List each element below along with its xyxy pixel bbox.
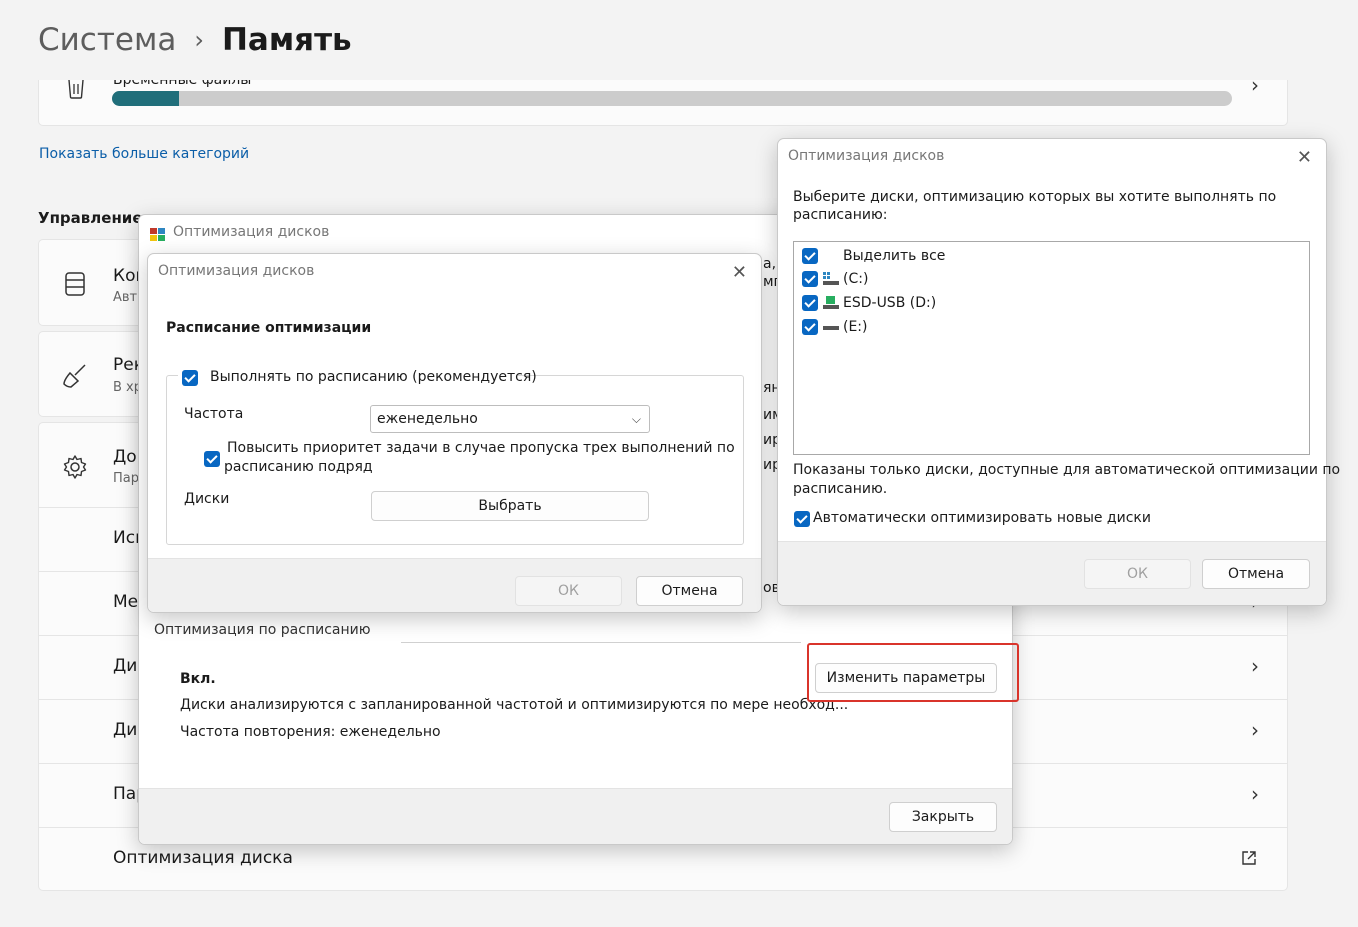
breadcrumb: Система › Память: [38, 22, 352, 58]
windows-drive-icon: [823, 272, 839, 285]
cancel-button[interactable]: Отмена: [1202, 559, 1310, 589]
list-item-label: Оптимизация диска: [113, 848, 293, 868]
close-icon[interactable]: ✕: [1297, 147, 1312, 168]
disks-note-line2: расписанию.: [793, 481, 888, 497]
schedule-description: Диски анализируются с запланированной ча…: [180, 697, 849, 713]
storage-icon: [65, 272, 85, 296]
frequency-select[interactable]: еженедельно ⌵: [370, 405, 650, 433]
temp-files-card[interactable]: Временные файлы ›: [38, 73, 1288, 126]
gear-icon: [63, 455, 87, 479]
chevron-down-icon: ⌵: [631, 412, 641, 426]
broom-icon: [63, 364, 86, 388]
trash-icon: [68, 79, 84, 99]
show-more-link[interactable]: Показать больше категорий: [39, 146, 249, 162]
disk-label: Выделить все: [843, 248, 946, 264]
ok-button[interactable]: ОК: [1084, 559, 1191, 589]
disks-label: Диски: [184, 491, 230, 507]
divider: [401, 642, 801, 643]
chevron-right-icon: ›: [1251, 654, 1259, 678]
checkbox-checked[interactable]: [802, 295, 818, 311]
ok-button[interactable]: ОК: [515, 576, 622, 606]
disk-label: (E:): [843, 319, 868, 335]
close-button[interactable]: Закрыть: [889, 802, 997, 832]
close-icon[interactable]: ✕: [732, 262, 747, 283]
disk-label: ESD-USB (D:): [843, 295, 937, 311]
checkbox-checked[interactable]: [182, 370, 198, 386]
schedule-section-header: Оптимизация по расписанию: [154, 622, 371, 638]
window-footer: Закрыть: [139, 788, 1012, 844]
highlight-box: [807, 643, 1019, 702]
dialog-title: Оптимизация дисков: [158, 263, 315, 279]
chevron-right-icon: ›: [1251, 73, 1259, 97]
drive-icon: [823, 326, 839, 330]
disk-label: (C:): [843, 271, 869, 287]
priority-label-line1: Повысить приоритет задачи в случае пропу…: [227, 440, 735, 456]
usb-drive-icon: [823, 296, 839, 309]
disks-note-line1: Показаны только диски, доступные для авт…: [793, 462, 1341, 478]
chevron-right-icon: ›: [1251, 718, 1259, 742]
breadcrumb-parent[interactable]: Система: [38, 22, 176, 58]
section-heading: Управление: [38, 209, 143, 227]
chevron-right-icon: ›: [1251, 782, 1259, 806]
window-title: Оптимизация дисков: [173, 224, 330, 240]
frequency-value: еженедельно: [377, 411, 478, 427]
select-disks-dialog: Оптимизация дисков ✕ Выберите диски, опт…: [777, 138, 1340, 606]
choose-disks-button[interactable]: Выбрать: [371, 491, 649, 521]
run-on-schedule-label: Выполнять по расписанию (рекомендуется): [210, 369, 537, 385]
checkbox-checked[interactable]: [802, 248, 818, 264]
priority-checkbox[interactable]: [204, 451, 220, 467]
auto-optimize-checkbox[interactable]: [794, 511, 810, 527]
checkbox-checked[interactable]: [802, 271, 818, 287]
card-subtitle: Пар: [113, 471, 139, 486]
schedule-heading: Расписание оптимизации: [166, 320, 372, 336]
dialog-footer: ОК Отмена: [148, 558, 761, 612]
list-item-label: Ме: [113, 592, 139, 612]
schedule-dialog: Оптимизация дисков ✕ Расписание оптимиза…: [147, 253, 762, 613]
priority-label-line2: расписанию подряд: [224, 459, 373, 475]
page-title: Память: [221, 22, 352, 58]
dialog-footer: ОК Отмена: [778, 541, 1326, 605]
dialog-title: Оптимизация дисков: [788, 148, 945, 164]
checkbox-checked[interactable]: [802, 319, 818, 335]
chevron-right-icon: ›: [194, 26, 204, 54]
disks-list: Выделить все (C:) ESD-USB (D:) (E:): [793, 241, 1310, 455]
temp-files-progress-fill: [112, 91, 180, 106]
cancel-button[interactable]: Отмена: [636, 576, 743, 606]
auto-optimize-label: Автоматически оптимизировать новые диски: [813, 510, 1151, 526]
temp-files-progress: [112, 91, 1232, 106]
schedule-status: Вкл.: [180, 671, 216, 687]
disks-prompt-line1: Выберите диски, оптимизацию которых вы х…: [793, 189, 1277, 205]
defrag-app-icon: [150, 228, 165, 241]
open-external-icon: [1242, 851, 1256, 865]
temp-files-label: Временные файлы: [113, 72, 252, 88]
obscured-text: а,: [763, 256, 777, 272]
disks-prompt-line2: расписанию:: [793, 207, 888, 223]
frequency-label: Частота: [184, 406, 244, 422]
card-subtitle: Авт: [113, 290, 138, 305]
schedule-frequency: Частота повторения: еженедельно: [180, 724, 441, 740]
